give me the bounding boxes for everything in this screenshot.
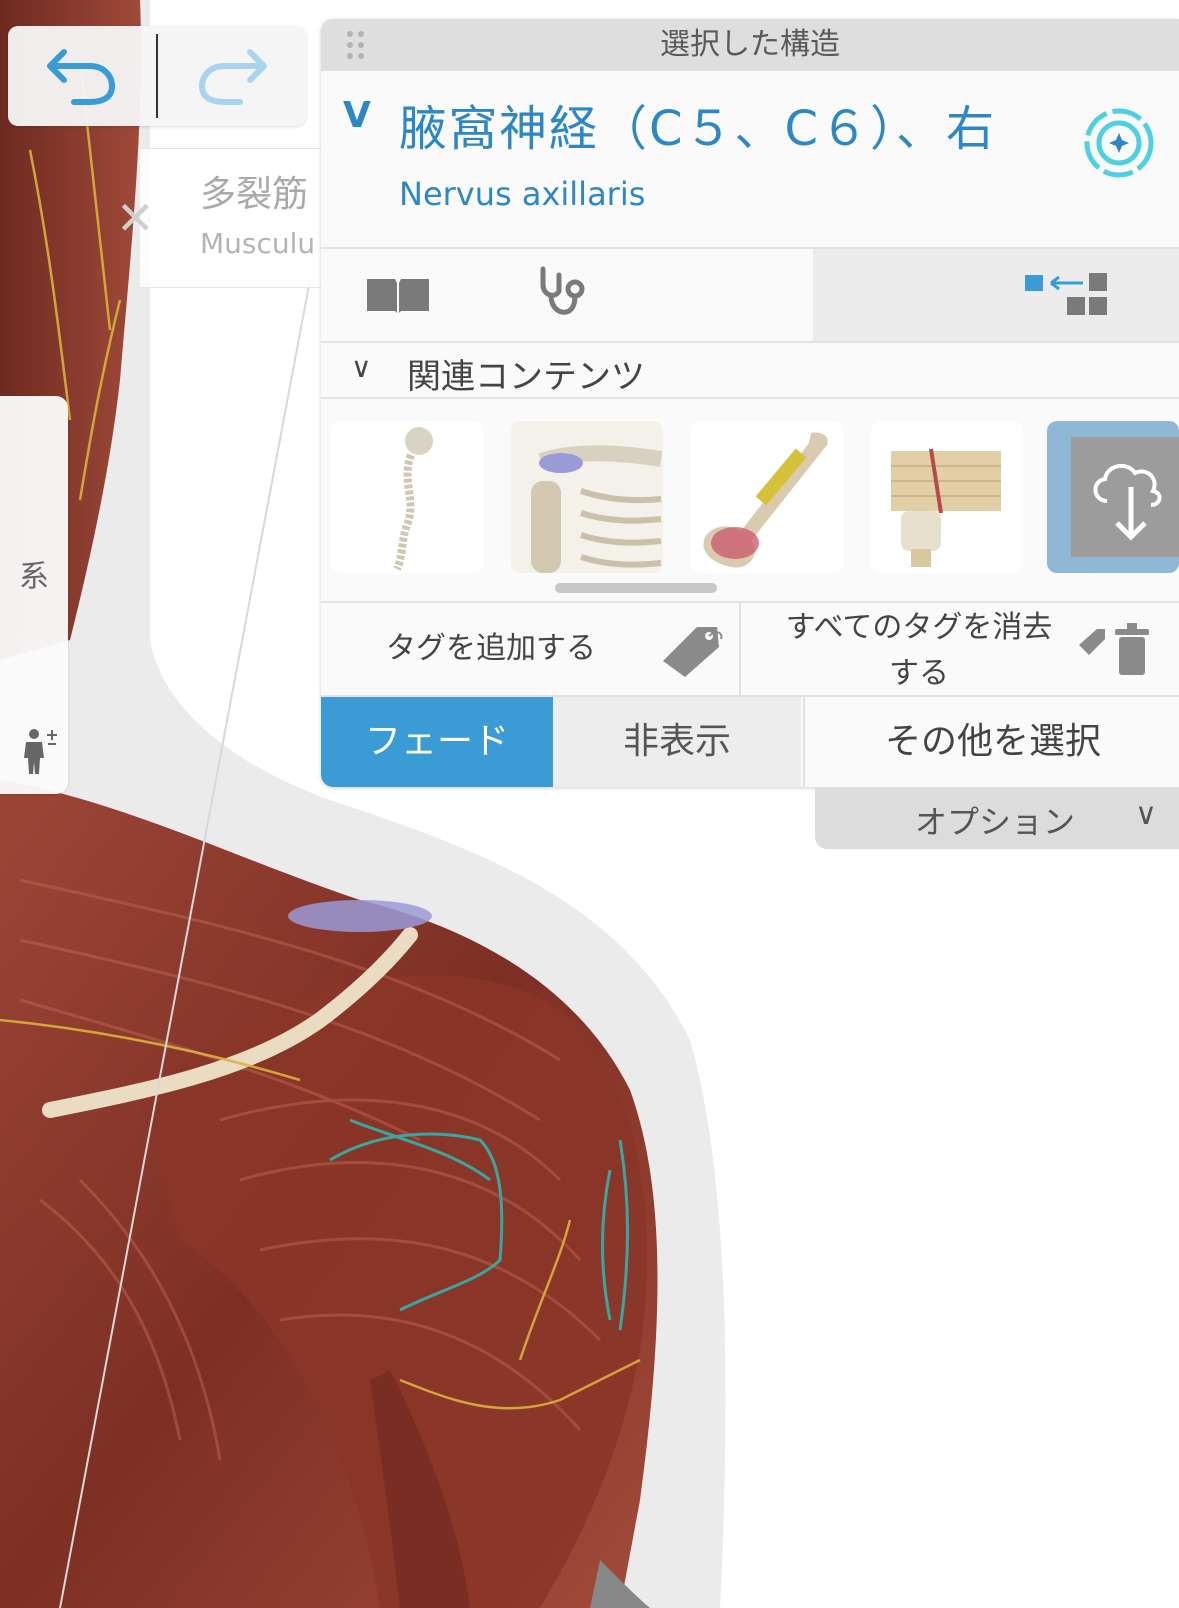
tool-row — [321, 249, 1179, 343]
human-figure-plus-icon[interactable] — [18, 726, 62, 776]
book-icon[interactable] — [365, 275, 431, 319]
add-tag-button[interactable]: タグを追加する — [321, 603, 739, 695]
thumbnail-scrollbar[interactable] — [555, 583, 717, 593]
selected-structure-panel: 選択した構造 V 腋窩神経（C５、C６）、右 Nervus axillaris — [321, 19, 1179, 787]
previous-structure-latin: Musculu — [200, 227, 316, 260]
add-tag-label: タグを追加する — [386, 631, 596, 666]
related-content-header[interactable]: ∨ 関連コンテンツ — [321, 343, 1179, 399]
structure-info: V 腋窩神経（C５、C６）、右 Nervus axillaris — [321, 71, 1179, 249]
select-other-button[interactable]: その他を選択 — [803, 697, 1179, 787]
chevron-down-icon: ∨ — [1135, 797, 1157, 832]
thumbnail-shoulder[interactable] — [511, 421, 663, 573]
structure-name: 腋窩神経（C５、C６）、右 — [399, 101, 997, 157]
close-icon[interactable]: ✕ — [116, 191, 155, 245]
panel-title: 選択した構造 — [660, 27, 840, 62]
related-chevron-icon: ∨ — [351, 351, 372, 384]
related-content-label: 関連コンテンツ — [407, 357, 645, 397]
collapse-chevron-icon[interactable]: V — [343, 95, 371, 136]
previous-selection-label[interactable]: ✕ 多裂筋 Musculu — [116, 148, 340, 288]
panel-layout-toggle-icon[interactable] — [1025, 271, 1115, 323]
clear-all-tags-button[interactable]: すべてのタグを消去 する — [741, 603, 1179, 695]
undo-redo-toolbar — [8, 26, 306, 126]
redo-button[interactable] — [158, 26, 306, 126]
structure-latin-name: Nervus axillaris — [399, 175, 646, 213]
thumbnail-bone-section[interactable] — [691, 421, 843, 573]
stethoscope-icon[interactable] — [535, 265, 585, 325]
clear-all-tags-label: すべてのタグを消去 する — [749, 605, 1089, 697]
clear-tags-line2: する — [889, 656, 949, 691]
system-tab-label[interactable]: 系 — [8, 560, 52, 590]
tag-row: タグを追加する すべてのタグを消去 する — [321, 603, 1179, 697]
tool-row-right-zone — [813, 249, 1179, 341]
related-content-thumbnails[interactable] — [321, 399, 1179, 603]
previous-structure-name: 多裂筋 — [200, 174, 309, 215]
thumbnail-download[interactable] — [1047, 421, 1179, 573]
options-dropdown[interactable]: オプション ∨ — [815, 787, 1179, 849]
focus-target-icon[interactable] — [1079, 103, 1159, 183]
fade-button[interactable]: フェード — [321, 697, 553, 787]
tag-icon — [657, 621, 727, 683]
thumbnail-spine[interactable] — [331, 421, 483, 573]
options-label: オプション — [915, 803, 1076, 841]
undo-button[interactable] — [8, 26, 156, 126]
tag-trash-icon — [1075, 617, 1155, 683]
hide-button[interactable]: 非表示 — [553, 697, 801, 787]
side-tab[interactable]: 系 — [0, 396, 68, 794]
undo-arrow-icon — [44, 42, 120, 110]
thumbnail-bone-tissue[interactable] — [871, 421, 1023, 573]
clear-tags-line1: すべてのタグを消去 — [785, 610, 1053, 645]
redo-arrow-icon — [194, 42, 270, 110]
action-row: フェード 非表示 その他を選択 — [321, 697, 1179, 787]
panel-header[interactable]: 選択した構造 — [321, 19, 1179, 71]
